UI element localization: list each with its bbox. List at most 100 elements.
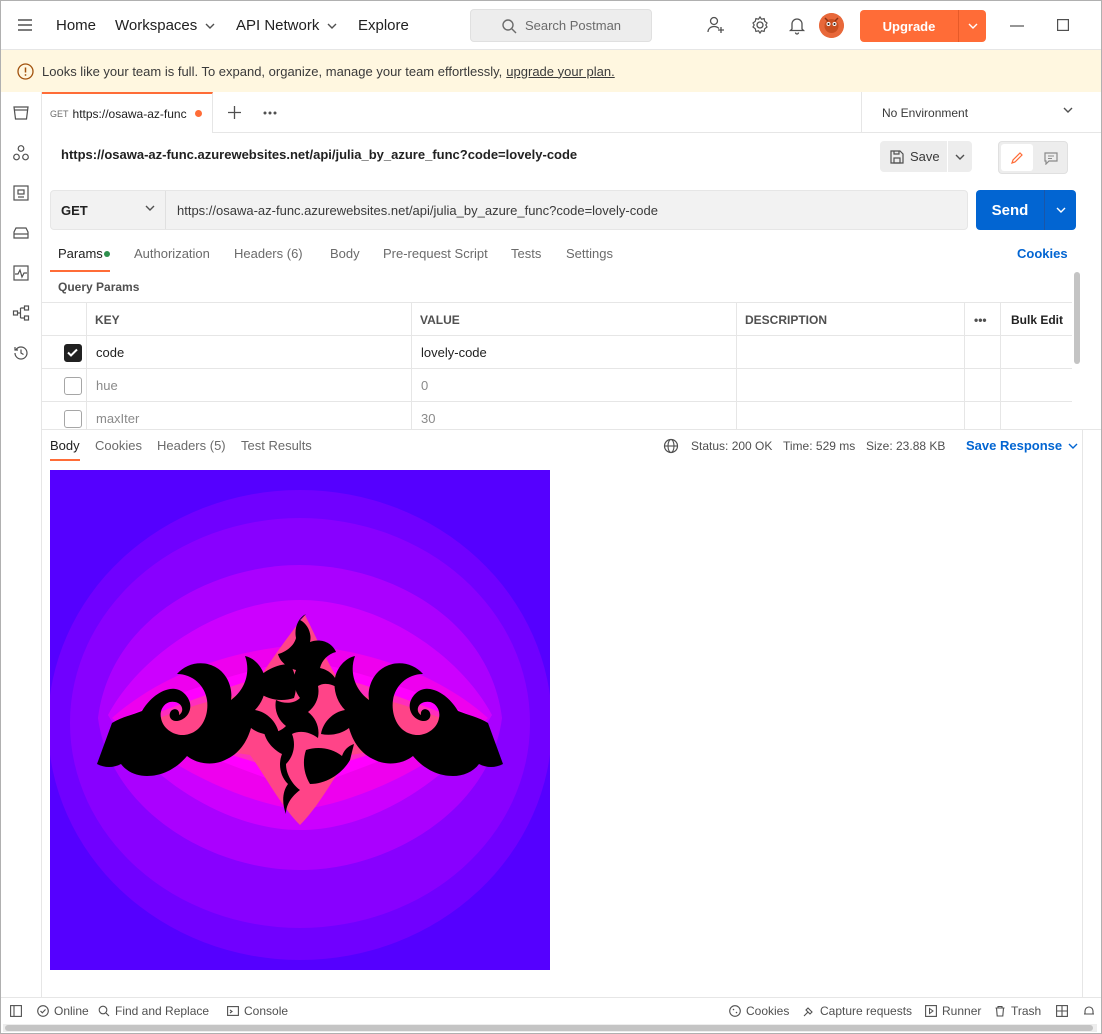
- capture-requests-button[interactable]: Capture requests: [803, 998, 912, 1024]
- checkmark-icon: [67, 348, 78, 357]
- method-selector[interactable]: GET: [51, 191, 166, 229]
- monitors-icon[interactable]: [12, 264, 30, 282]
- param-checkbox[interactable]: [64, 377, 82, 395]
- save-main-button[interactable]: Save: [880, 141, 947, 172]
- params-tab-underline: [50, 270, 110, 272]
- response-tab-cookies[interactable]: Cookies: [95, 438, 142, 453]
- minimize-window-icon[interactable]: [1010, 25, 1024, 27]
- chevron-down-icon: [955, 154, 965, 160]
- help-icon[interactable]: [1083, 998, 1100, 1024]
- save-response-button[interactable]: Save Response: [966, 438, 1078, 453]
- response-time[interactable]: Time: 529 ms: [783, 439, 855, 453]
- tab-pre-request-script[interactable]: Pre-request Script: [383, 246, 488, 261]
- query-params-table: KEY VALUE DESCRIPTION ••• Bulk Edit code…: [42, 302, 1072, 429]
- layout-grid-icon[interactable]: [1056, 998, 1073, 1024]
- params-active-dot: [104, 251, 110, 257]
- toggle-sidebar-icon[interactable]: [10, 998, 27, 1024]
- search-input[interactable]: Search Postman: [470, 9, 652, 42]
- params-scrollbar[interactable]: [1074, 272, 1080, 364]
- search-icon: [502, 18, 517, 33]
- maximize-window-icon[interactable]: [1057, 19, 1069, 31]
- history-icon[interactable]: [12, 344, 30, 362]
- invite-user-icon[interactable]: [706, 15, 726, 35]
- settings-gear-icon[interactable]: [750, 15, 770, 35]
- response-body-tab-underline: [50, 459, 80, 461]
- send-dropdown-button[interactable]: [1044, 190, 1076, 230]
- top-bar: Home Workspaces API Network Explore Sear…: [1, 1, 1101, 50]
- nav-explore-label: Explore: [358, 17, 409, 34]
- more-options-icon[interactable]: •••: [974, 303, 987, 336]
- param-value[interactable]: 30: [421, 402, 435, 429]
- new-tab-icon[interactable]: [228, 106, 241, 119]
- param-key[interactable]: maxIter: [96, 402, 139, 429]
- trash-button[interactable]: Trash: [994, 998, 1041, 1024]
- pane-divider[interactable]: [42, 429, 1101, 430]
- save-label: Save: [910, 149, 940, 164]
- request-name[interactable]: https://osawa-az-func.azurewebsites.net/…: [61, 147, 577, 162]
- comments-icon[interactable]: [1035, 144, 1067, 171]
- upgrade-dropdown-button[interactable]: [958, 10, 986, 42]
- tab-authorization[interactable]: Authorization: [134, 246, 210, 261]
- menu-icon[interactable]: [17, 18, 33, 32]
- mock-servers-icon[interactable]: [12, 224, 30, 242]
- response-tab-test-results[interactable]: Test Results: [241, 438, 312, 453]
- upgrade-plan-link[interactable]: upgrade your plan.: [506, 64, 614, 79]
- response-status[interactable]: Status: 200 OK: [691, 439, 772, 453]
- runner-label: Runner: [942, 1004, 982, 1018]
- param-checkbox[interactable]: [64, 344, 82, 362]
- response-tab-body[interactable]: Body: [50, 438, 80, 453]
- chevron-down-icon: [1056, 207, 1065, 213]
- nav-api-network-label: API Network: [236, 17, 320, 34]
- bulk-edit-button[interactable]: Bulk Edit: [1011, 303, 1063, 336]
- cookie-icon: [729, 1005, 741, 1017]
- chevron-down-icon: [1063, 107, 1073, 113]
- response-size[interactable]: Size: 23.88 KB: [866, 439, 945, 453]
- param-value[interactable]: lovely-code: [421, 336, 487, 369]
- tab-body[interactable]: Body: [330, 246, 360, 261]
- upgrade-button[interactable]: Upgrade: [860, 10, 986, 42]
- save-icon: [890, 149, 904, 164]
- horizontal-scrollbar[interactable]: [3, 1024, 1097, 1032]
- param-key[interactable]: hue: [96, 369, 118, 402]
- nav-api-network[interactable]: API Network: [236, 1, 337, 50]
- url-input[interactable]: https://osawa-az-func.azurewebsites.net/…: [177, 191, 658, 229]
- collections-icon[interactable]: [12, 104, 30, 122]
- response-tab-headers[interactable]: Headers (5): [157, 438, 226, 453]
- scrollbar-thumb[interactable]: [5, 1025, 1093, 1031]
- nav-explore[interactable]: Explore: [358, 1, 409, 50]
- save-dropdown-button[interactable]: [948, 141, 972, 172]
- param-value[interactable]: 0: [421, 369, 428, 402]
- more-tabs-icon[interactable]: [263, 111, 277, 115]
- status-bar: Online Find and Replace Console Cookies …: [1, 997, 1101, 1023]
- environments-icon[interactable]: [12, 184, 30, 202]
- console-button[interactable]: Console: [227, 998, 288, 1024]
- online-status[interactable]: Online: [37, 998, 89, 1024]
- query-params-heading: Query Params: [58, 280, 140, 294]
- cookies-button[interactable]: Cookies: [729, 998, 789, 1024]
- table-row: hue 0: [42, 369, 1072, 402]
- runner-button[interactable]: Runner: [925, 998, 981, 1024]
- nav-home[interactable]: Home: [56, 1, 96, 50]
- tab-params[interactable]: Params: [58, 246, 103, 261]
- warning-icon: [17, 62, 34, 80]
- param-key[interactable]: code: [96, 336, 124, 369]
- param-checkbox[interactable]: [64, 410, 82, 428]
- request-tab[interactable]: GET https://osawa-az-func: [42, 92, 213, 133]
- notifications-bell-icon[interactable]: [787, 15, 807, 35]
- tab-headers[interactable]: Headers (6): [234, 246, 303, 261]
- globe-icon[interactable]: [663, 438, 679, 454]
- environment-selector[interactable]: No Environment: [861, 92, 1101, 133]
- send-button[interactable]: Send: [976, 190, 1076, 230]
- flows-icon[interactable]: [12, 304, 30, 322]
- send-label: Send: [991, 201, 1029, 219]
- tab-settings[interactable]: Settings: [566, 246, 613, 261]
- avatar[interactable]: [819, 13, 844, 38]
- url-bar: GET https://osawa-az-func.azurewebsites.…: [50, 190, 968, 230]
- cookies-link[interactable]: Cookies: [1017, 246, 1068, 261]
- save-button[interactable]: Save: [880, 141, 972, 172]
- nav-workspaces[interactable]: Workspaces: [115, 1, 215, 50]
- tab-tests[interactable]: Tests: [511, 246, 541, 261]
- edit-pencil-icon[interactable]: [1001, 144, 1033, 171]
- apis-icon[interactable]: [12, 144, 30, 162]
- find-replace-button[interactable]: Find and Replace: [98, 998, 209, 1024]
